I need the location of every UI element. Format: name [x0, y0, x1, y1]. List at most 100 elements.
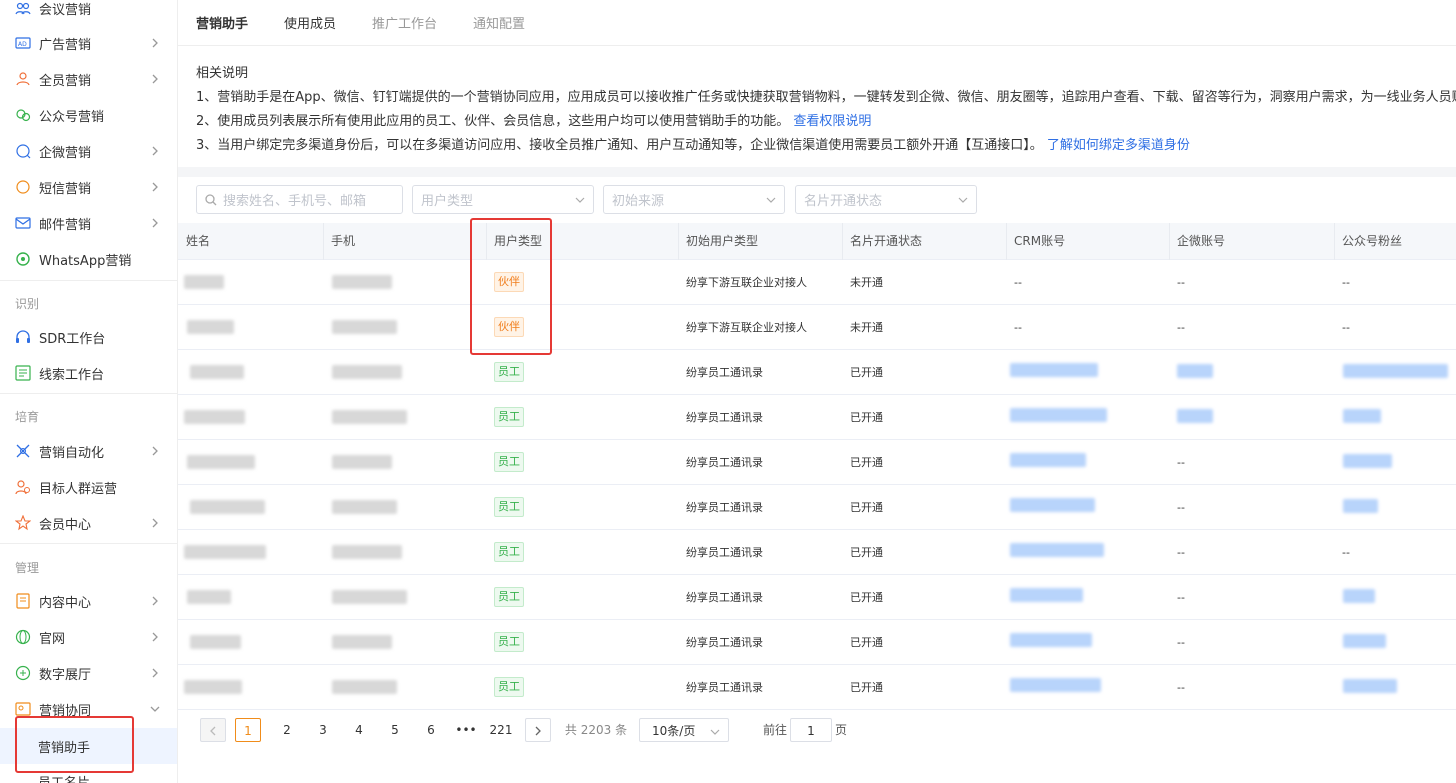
page-number[interactable]: 2 — [274, 718, 300, 742]
table-row[interactable]: 员工 纷享员工通讯录 已开通 — [178, 350, 1456, 395]
user-type-badge: 员工 — [494, 677, 524, 697]
sidebar-item[interactable]: SDR工作台 — [0, 319, 177, 355]
sidebar-item[interactable]: 公众号营销 — [0, 97, 177, 133]
table-row[interactable]: 伙伴 纷享下游互联企业对接人 未开通 -- -- -- — [178, 305, 1456, 350]
wechat-fans: -- — [1342, 546, 1350, 559]
page-size-select[interactable]: 10条/页 — [639, 718, 729, 742]
sidebar-item[interactable]: 营销自动化 — [0, 433, 177, 469]
sidebar-item[interactable]: 营销协同 — [0, 691, 177, 727]
name-redacted — [190, 365, 244, 379]
sidebar-item-label: 数字展厅 — [39, 667, 92, 683]
name-redacted — [184, 680, 242, 694]
table-row[interactable]: 员工 纷享员工通讯录 已开通 -- — [178, 620, 1456, 665]
name-redacted — [187, 455, 255, 469]
sidebar-item[interactable]: 会员中心 — [0, 505, 177, 541]
sidebar-item[interactable]: 全员营销 — [0, 61, 177, 97]
phone-redacted — [332, 545, 402, 559]
crm-account-redacted — [1010, 453, 1086, 467]
chevron-right-icon — [535, 726, 541, 736]
page-number-active[interactable]: 1 — [235, 718, 261, 742]
lead-icon — [15, 365, 31, 381]
search-input[interactable]: 搜索姓名、手机号、邮箱 — [196, 185, 403, 214]
sidebar-item[interactable]: 会议营销 — [0, 0, 177, 26]
bind-channel-link[interactable]: 了解如何绑定多渠道身份 — [1047, 138, 1190, 153]
notes-line-3: 3、当用户绑定完多渠道身份后，可以在多渠道访问应用、接收全员推广通知、用户互动通… — [196, 134, 1456, 158]
globe-icon — [15, 629, 31, 645]
tab-members[interactable]: 使用成员 — [266, 13, 354, 32]
sidebar-item-label: SDR工作台 — [39, 331, 106, 347]
table-row[interactable]: 员工 纷享员工通讯录 已开通 -- — [178, 575, 1456, 620]
table-row[interactable]: 员工 纷享员工通讯录 已开通 -- — [178, 485, 1456, 530]
card-status: 已开通 — [850, 636, 883, 649]
goto-suffix: 页 — [834, 723, 847, 737]
sidebar-item[interactable]: 数字展厅 — [0, 655, 177, 691]
crm-account-redacted — [1010, 498, 1095, 512]
wecom-account: -- — [1177, 591, 1185, 604]
initial-user-type: 纷享员工通讯录 — [686, 591, 763, 604]
phone-redacted — [332, 680, 397, 694]
card-status-select[interactable]: 名片开通状态 — [795, 185, 977, 214]
sms-icon — [15, 179, 31, 195]
source-placeholder: 初始来源 — [612, 194, 665, 209]
tab-marketing-assistant[interactable]: 营销助手 — [178, 13, 266, 32]
page-number[interactable]: 3 — [310, 718, 336, 742]
wechat-icon — [15, 107, 31, 123]
chevron-right-icon — [148, 36, 162, 50]
phone-redacted — [332, 410, 407, 424]
column-header: 手机 — [331, 234, 356, 248]
notes-line-3-text: 3、当用户绑定完多渠道身份后，可以在多渠道访问应用、接收全员推广通知、用户互动通… — [196, 138, 1043, 153]
phone-redacted — [332, 320, 397, 334]
next-page-button[interactable] — [525, 718, 551, 742]
sidebar-item[interactable]: 邮件营销 — [0, 205, 177, 241]
user-type-select[interactable]: 用户类型 — [412, 185, 594, 214]
team-icon — [15, 71, 31, 87]
wecom-account-redacted — [1177, 409, 1213, 423]
sidebar-item-label: WhatsApp营销 — [39, 253, 132, 269]
total-count: 共 2203 条 — [564, 723, 628, 737]
sidebar-item[interactable]: 短信营销 — [0, 169, 177, 205]
source-select[interactable]: 初始来源 — [603, 185, 785, 214]
wecom-account: -- — [1177, 681, 1185, 694]
page-number[interactable]: 5 — [382, 718, 408, 742]
user-type-badge: 员工 — [494, 407, 524, 427]
permission-link[interactable]: 查看权限说明 — [793, 114, 871, 129]
card-status: 已开通 — [850, 546, 883, 559]
sidebar-item[interactable]: 线索工作台 — [0, 355, 177, 391]
initial-user-type: 纷享员工通讯录 — [686, 411, 763, 424]
sidebar-item[interactable]: 企微营销 — [0, 133, 177, 169]
sidebar-item[interactable]: 目标人群运营 — [0, 469, 177, 505]
chevron-down-icon — [148, 702, 162, 716]
page-number[interactable]: 221 — [486, 718, 516, 742]
sidebar-item[interactable]: 官网 — [0, 619, 177, 655]
sidebar-item-label: 内容中心 — [39, 595, 92, 611]
table-row[interactable]: 员工 纷享员工通讯录 已开通 -- — [178, 440, 1456, 485]
audience-icon — [15, 479, 31, 495]
sidebar-item-label: 邮件营销 — [39, 217, 92, 233]
sidebar-subitem-marketing-assistant[interactable]: 营销助手 — [0, 728, 177, 764]
table-row[interactable]: 员工 纷享员工通讯录 已开通 — [178, 395, 1456, 440]
table-header: 姓名 手机 用户类型 初始用户类型 名片开通状态 CRM账号 企微账号 公众号粉丝 — [178, 223, 1456, 260]
table-row[interactable]: 员工 纷享员工通讯录 已开通 -- -- — [178, 530, 1456, 575]
fans-redacted — [1343, 499, 1378, 513]
sidebar-item-label: 营销自动化 — [39, 445, 105, 461]
sidebar-item[interactable]: AD 广告营销 — [0, 25, 177, 61]
sidebar-item[interactable]: 内容中心 — [0, 583, 177, 619]
sidebar-item[interactable]: WhatsApp营销 — [0, 241, 177, 277]
table-row[interactable]: 伙伴 纷享下游互联企业对接人 未开通 -- -- -- — [178, 260, 1456, 305]
hall-icon — [15, 665, 31, 681]
goto-page-input[interactable]: 1 — [790, 718, 832, 742]
card-status: 未开通 — [850, 321, 883, 334]
name-redacted — [190, 635, 241, 649]
chevron-left-icon — [210, 726, 216, 736]
tab-promotion-workbench[interactable]: 推广工作台 — [354, 13, 455, 32]
notes-line-1: 1、营销助手是在App、微信、钉钉端提供的一个营销协同应用，应用成员可以接收推广… — [196, 90, 1456, 105]
wechat-fans: -- — [1342, 276, 1350, 289]
sidebar-subitem-employee-card[interactable]: 员工名片 — [0, 763, 177, 783]
prev-page-button[interactable] — [200, 718, 226, 742]
page-number[interactable]: 4 — [346, 718, 372, 742]
page-number[interactable]: 6 — [418, 718, 444, 742]
page-number[interactable]: ••• — [453, 718, 479, 742]
tab-notification-config[interactable]: 通知配置 — [455, 13, 543, 32]
table-row[interactable]: 员工 纷享员工通讯录 已开通 -- — [178, 665, 1456, 710]
chevron-down-icon — [710, 729, 720, 735]
